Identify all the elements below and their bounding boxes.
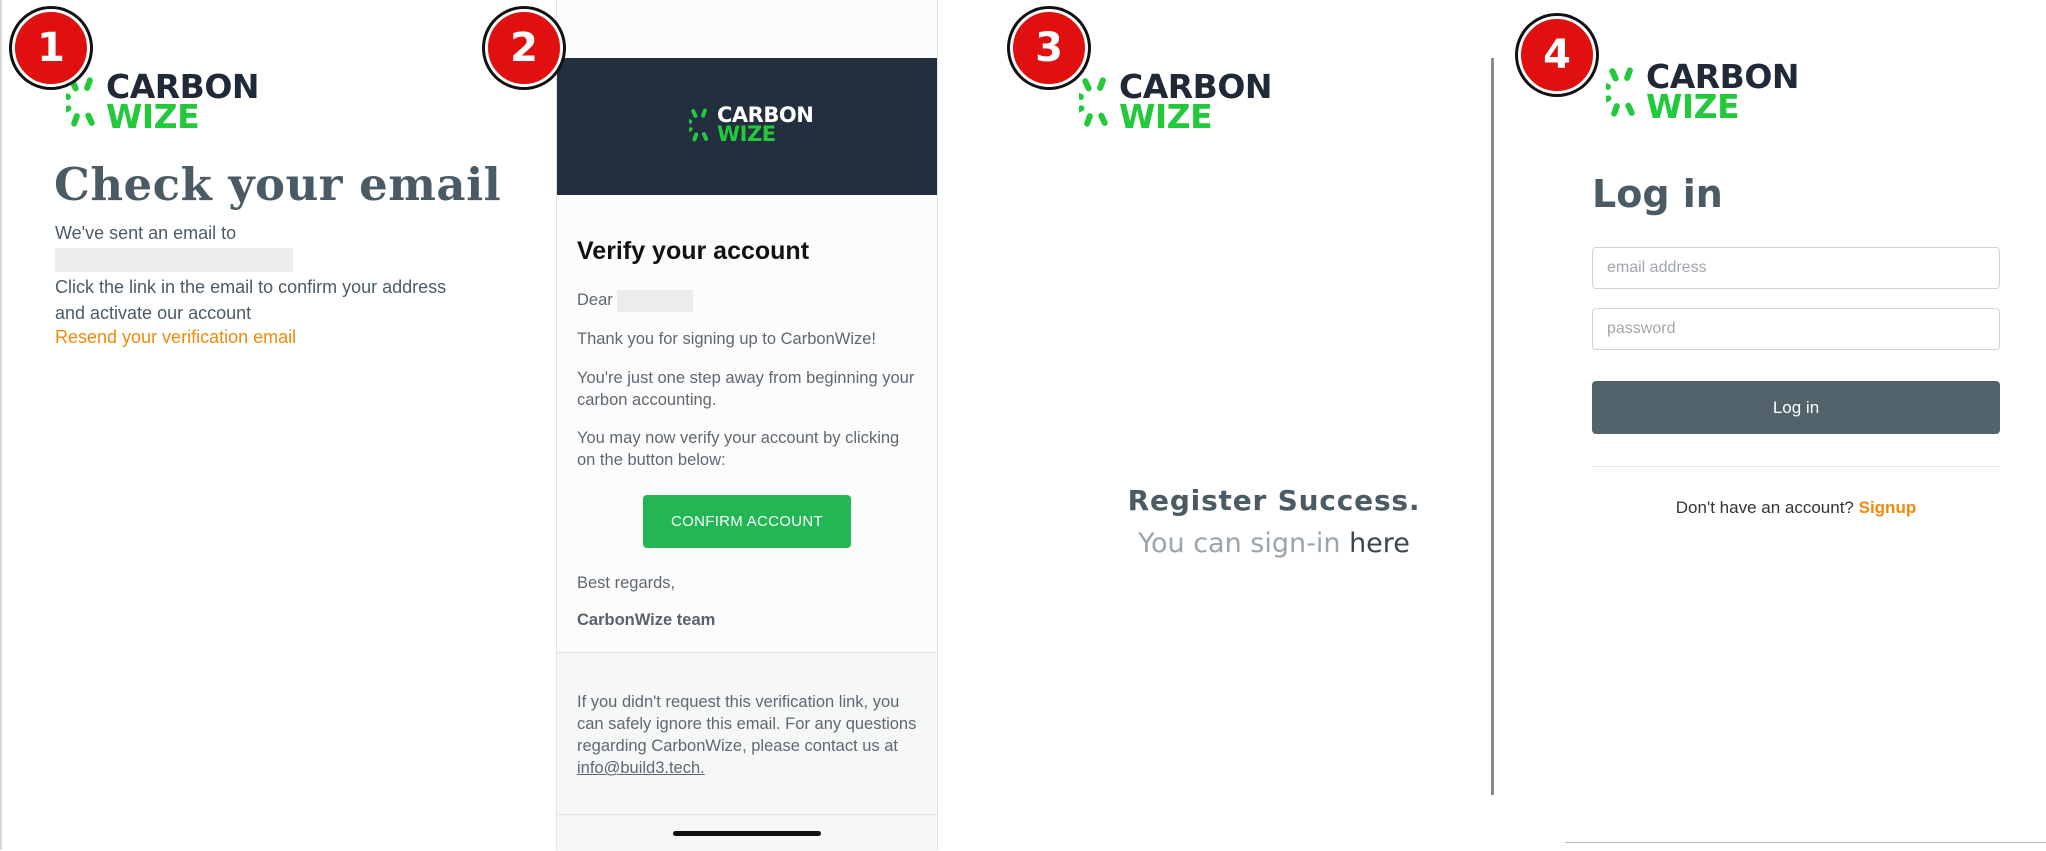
check-email-panel: 1 CARBON WIZE Check your email We've sen… [0,0,547,850]
divider [1592,466,2000,467]
page-title: Check your email [54,158,502,211]
redacted-name [617,290,693,312]
step-badge-3: 3 [1010,9,1088,87]
carbonwize-logo: CARBON WIZE [1079,70,1273,137]
sunburst-icon [66,77,95,127]
sign-in-prompt: You can sign-in here [1000,528,1548,559]
sunburst-icon [1079,77,1108,127]
step-badge-2: 2 [485,9,563,87]
support-email-link[interactable]: info@build3.tech. [577,759,705,777]
register-success-title: Register Success. [1127,484,1421,517]
carbonwize-logo: CARBON WIZE [66,70,260,137]
instruction-line-2: and activate our account [55,303,252,323]
one-step-text: You're just one step away from beginning… [577,369,915,409]
verify-now-text: You may now verify your account by click… [577,429,900,469]
login-button[interactable]: Log in [1592,381,2000,434]
footer-text: If you didn't request this verification … [577,691,917,779]
signup-prompt: Don't have an account? Signup [1592,498,2000,518]
email-header: CARBON WIZE [557,58,937,195]
sent-email-text: We've sent an email to [55,223,237,243]
sunburst-icon [689,108,709,142]
logo-text-wize: WIZE [106,97,200,137]
team-signature: CarbonWize team [577,611,716,629]
carbonwize-logo: CARBON WIZE [1606,60,1800,127]
no-account-text: Don't have an account? [1675,498,1854,517]
sign-in-here-link[interactable]: here [1349,528,1410,559]
register-success-panel: 3 CARBON WIZE Register Success. You can … [1000,0,1500,850]
home-indicator [673,831,821,836]
email-field[interactable] [1592,247,2000,289]
confirm-account-button[interactable]: CONFIRM ACCOUNT [643,495,851,548]
email-footer: If you didn't request this verification … [557,652,937,815]
step-badge-1: 1 [12,9,90,87]
password-field[interactable] [1592,308,2000,350]
dear-label: Dear [577,291,613,309]
logo-text-wize: WIZE [1646,87,1740,127]
logo-text-wize: WIZE [717,122,776,147]
redacted-email [55,248,293,272]
carbonwize-logo: CARBON WIZE [689,104,814,147]
panel-divider [1491,58,1494,795]
footer-message: If you didn't request this verification … [577,693,917,755]
sunburst-icon [1606,67,1635,117]
bottom-divider [1565,842,2046,843]
login-panel: 4 CARBON WIZE Log in Log in Don't have a… [1500,0,2046,850]
logo-text-wize: WIZE [1119,97,1213,137]
sign-in-text: You can sign-in [1138,528,1341,559]
resend-verification-link[interactable]: Resend your verification email [55,327,296,348]
signup-link[interactable]: Signup [1859,498,1917,517]
verify-email-panel: CARBON WIZE Verify your account Dear Tha… [485,0,938,851]
instruction-line-1: Click the link in the email to confirm y… [55,277,447,297]
thanks-text: Thank you for signing up to CarbonWize! [577,330,876,348]
phone-bottom-bar [557,814,937,851]
regards-text: Best regards, [577,574,676,592]
email-heading: Verify your account [577,237,810,265]
login-title: Log in [1592,172,1723,216]
email-body: Verify your account Dear Thank you for s… [557,195,937,652]
step-badge-4: 4 [1518,16,1596,94]
